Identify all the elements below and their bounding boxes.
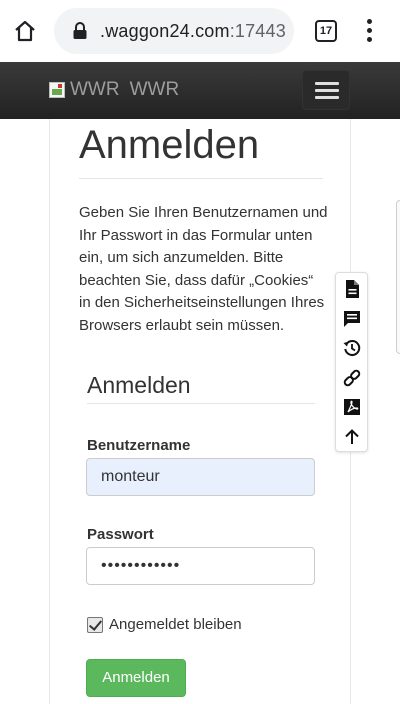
history-icon[interactable] — [342, 338, 362, 358]
username-label: Benutzername — [87, 437, 191, 454]
tab-switcher-button[interactable]: 17 — [315, 20, 337, 42]
address-bar[interactable]: .waggon24.com:17443 — [54, 8, 294, 54]
brand-text: WWR — [129, 79, 180, 100]
home-icon[interactable] — [13, 19, 37, 43]
document-icon[interactable] — [342, 279, 362, 299]
browser-toolbar: .waggon24.com:17443 17 — [0, 0, 400, 62]
sidebar-edge — [396, 200, 400, 354]
title-divider — [79, 178, 323, 179]
brand-image-alt: WWR — [70, 79, 120, 100]
lock-icon[interactable] — [72, 22, 88, 40]
link-icon[interactable] — [342, 368, 362, 388]
password-label: Passwort — [87, 526, 154, 543]
url-text[interactable]: .waggon24.com:17443 — [100, 21, 286, 42]
page-tools — [335, 272, 368, 452]
intro-text: Geben Sie Ihren Benutzernamen und Ihr Pa… — [79, 204, 328, 334]
remember-checkbox[interactable] — [87, 616, 103, 633]
form-heading-divider — [87, 403, 315, 404]
remember-label: Angemeldet bleiben — [109, 616, 242, 633]
pdf-icon[interactable] — [342, 397, 362, 417]
comment-icon[interactable] — [342, 309, 362, 329]
brand-link[interactable]: WWR WWR — [48, 79, 179, 101]
page-title: Anmelden — [79, 123, 260, 167]
hamburger-icon — [315, 82, 339, 85]
site-navbar: WWR WWR — [0, 62, 400, 119]
login-button[interactable]: Anmelden — [86, 659, 186, 697]
username-field[interactable]: monteur — [86, 458, 315, 496]
broken-image-icon — [48, 80, 68, 100]
password-field[interactable]: •••••••••••• — [86, 547, 315, 585]
more-menu-icon[interactable] — [362, 19, 376, 43]
arrow-up-icon[interactable] — [342, 427, 362, 447]
remember-me[interactable]: Angemeldet bleiben — [87, 616, 242, 633]
form-heading: Anmelden — [87, 372, 191, 398]
menu-toggle-button[interactable] — [302, 70, 350, 110]
